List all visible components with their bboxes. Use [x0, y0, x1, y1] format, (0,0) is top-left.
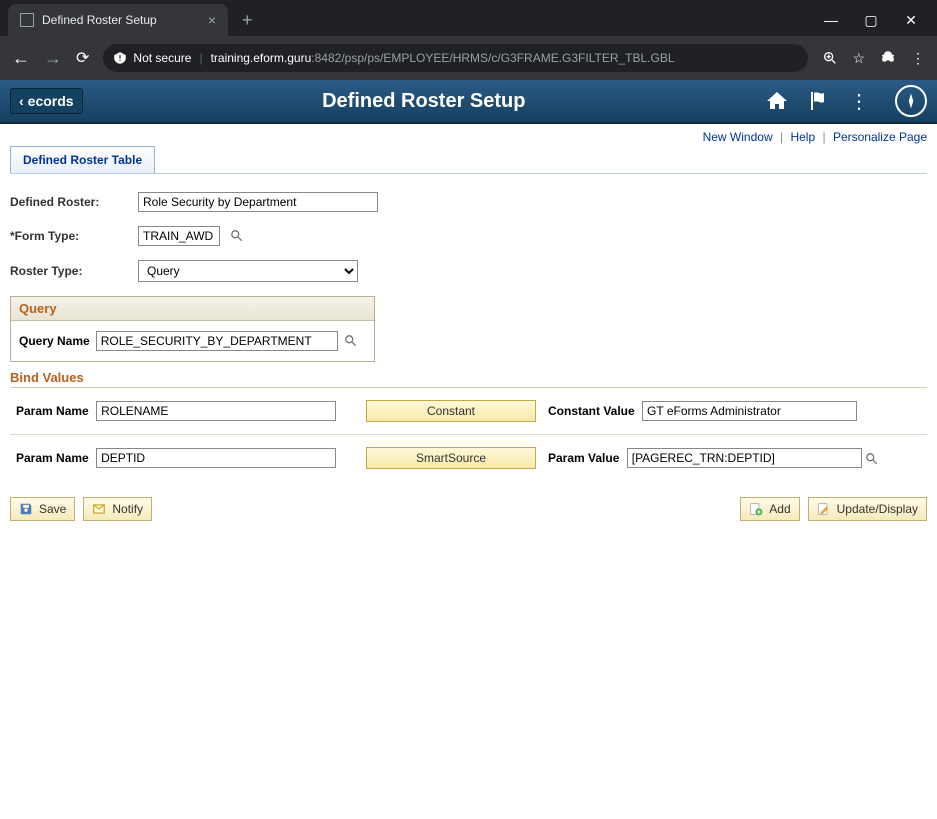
back-button[interactable]: ‹ ecords — [10, 88, 83, 114]
reload-icon[interactable]: ⟳ — [76, 48, 89, 68]
browser-chrome: Defined Roster Setup × + — ▢ ✕ ← → ⟳ Not… — [0, 0, 937, 80]
roster-type-select[interactable]: Query — [138, 260, 358, 282]
home-icon[interactable] — [765, 89, 789, 113]
query-group-title: Query — [11, 297, 374, 321]
form-type-lookup-icon[interactable] — [230, 229, 244, 243]
source-type-button[interactable]: SmartSource — [366, 447, 536, 469]
url-host: training.eform.guru — [211, 51, 312, 65]
browser-menu-icon[interactable]: ⋮ — [911, 50, 925, 67]
save-button[interactable]: Save — [10, 497, 75, 521]
query-group: Query Query Name — [10, 296, 375, 362]
param-name-input[interactable] — [96, 401, 336, 421]
tab-strip: Defined Roster Setup × + — ▢ ✕ — [0, 0, 937, 36]
forward-icon[interactable]: → — [44, 48, 62, 69]
notify-icon — [92, 502, 106, 516]
param-name-input[interactable] — [96, 448, 336, 468]
new-tab-button[interactable]: + — [242, 10, 253, 31]
bind-values-table: Param Name Constant Constant Value Param… — [10, 388, 927, 481]
help-link[interactable]: Help — [790, 130, 815, 144]
source-type-button[interactable]: Constant — [366, 400, 536, 422]
param-name-label: Param Name — [16, 404, 89, 418]
new-window-link[interactable]: New Window — [703, 130, 773, 144]
param-value-lookup-icon[interactable] — [865, 452, 879, 466]
add-icon — [749, 502, 763, 516]
form-type-label: *Form Type: — [10, 229, 128, 243]
content-area: Defined Roster Table Defined Roster: *Fo… — [0, 146, 937, 533]
param-value-input[interactable] — [627, 448, 862, 468]
close-tab-icon[interactable]: × — [208, 12, 216, 28]
navbar-icon[interactable] — [895, 85, 927, 117]
menu-icon[interactable]: ⋮ — [849, 89, 869, 114]
page-title: Defined Roster Setup — [83, 90, 765, 113]
close-window-button[interactable]: ✕ — [901, 12, 921, 29]
query-name-input[interactable] — [96, 331, 338, 351]
update-icon — [817, 502, 831, 516]
flag-icon[interactable] — [807, 89, 831, 113]
add-button[interactable]: Add — [740, 497, 799, 521]
param-name-label: Param Name — [16, 451, 89, 465]
chevron-left-icon: ‹ — [19, 93, 24, 109]
roster-type-label: Roster Type: — [10, 264, 128, 278]
bookmark-icon[interactable]: ☆ — [852, 50, 865, 67]
page-links: New Window | Help | Personalize Page — [0, 124, 937, 146]
defined-roster-label: Defined Roster: — [10, 195, 128, 209]
address-bar: ← → ⟳ Not secure | training.eform.guru:8… — [0, 36, 937, 80]
personalize-link[interactable]: Personalize Page — [833, 130, 927, 144]
url-field[interactable]: Not secure | training.eform.guru:8482/ps… — [103, 44, 808, 72]
save-icon — [19, 502, 33, 516]
app-header: ‹ ecords Defined Roster Setup ⋮ — [0, 80, 937, 124]
minimize-button[interactable]: — — [821, 12, 841, 29]
constant-value-input[interactable] — [642, 401, 857, 421]
tab-title: Defined Roster Setup — [42, 13, 157, 27]
maximize-button[interactable]: ▢ — [861, 12, 881, 29]
page-icon — [20, 13, 34, 27]
value-label: Constant Value — [548, 404, 635, 418]
table-row: Param Name SmartSource Param Value — [10, 435, 927, 482]
query-name-lookup-icon[interactable] — [344, 334, 358, 348]
update-display-button[interactable]: Update/Display — [808, 497, 927, 521]
incognito-icon[interactable] — [879, 49, 897, 67]
bind-values-title: Bind Values — [10, 366, 927, 388]
value-label: Param Value — [548, 451, 619, 465]
tab-defined-roster-table[interactable]: Defined Roster Table — [10, 146, 155, 173]
security-indicator[interactable]: Not secure — [113, 51, 191, 65]
back-icon[interactable]: ← — [12, 48, 30, 69]
form-type-input[interactable] — [138, 226, 220, 246]
defined-roster-input[interactable] — [138, 192, 378, 212]
browser-tab[interactable]: Defined Roster Setup × — [8, 4, 228, 36]
table-row: Param Name Constant Constant Value — [10, 388, 927, 435]
notify-button[interactable]: Notify — [83, 497, 152, 521]
query-name-label: Query Name — [19, 334, 90, 348]
zoom-icon[interactable] — [822, 50, 838, 66]
